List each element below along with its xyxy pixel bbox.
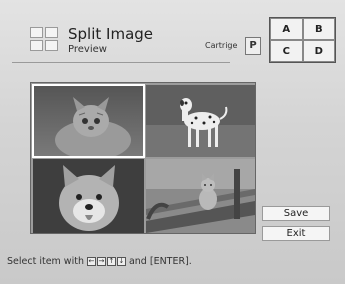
layout-selector: A B C D xyxy=(269,17,336,63)
arrow-left-icon: ← xyxy=(86,257,96,266)
preview-cell-c-shiba[interactable] xyxy=(33,159,144,233)
cartridge-icon: P xyxy=(245,37,261,55)
hint-prefix: Select item with xyxy=(7,256,84,267)
exit-button[interactable]: Exit xyxy=(262,226,330,241)
split-image-icon xyxy=(30,27,58,51)
preview-cell-d-cat-bench[interactable] xyxy=(146,159,255,233)
arrow-right-icon: → xyxy=(96,257,106,266)
instruction-hint: Select item with ← → ↑ ↓ and [ENTER]. xyxy=(7,256,192,267)
screen: Split Image Preview Cartrige P A B C D S… xyxy=(0,0,345,284)
page-subtitle: Preview xyxy=(68,44,107,55)
page-title: Split Image xyxy=(68,25,154,43)
split-image-preview xyxy=(30,82,256,234)
arrow-up-icon: ↑ xyxy=(106,257,116,266)
arrow-keys-icon: ← → ↑ ↓ xyxy=(86,257,126,266)
cartridge-label: Cartrige xyxy=(205,41,238,50)
layout-cell-b[interactable]: B xyxy=(302,18,335,40)
hint-suffix: and [ENTER]. xyxy=(128,256,192,267)
layout-cell-c[interactable]: C xyxy=(270,40,303,62)
layout-cell-d[interactable]: D xyxy=(302,40,335,62)
arrow-down-icon: ↓ xyxy=(116,257,126,266)
layout-cell-a[interactable]: A xyxy=(270,18,303,40)
header-divider xyxy=(12,62,230,63)
preview-cell-a-kitten[interactable] xyxy=(32,84,145,158)
save-button[interactable]: Save xyxy=(262,206,330,221)
preview-cell-b-dalmatian[interactable] xyxy=(146,85,255,157)
